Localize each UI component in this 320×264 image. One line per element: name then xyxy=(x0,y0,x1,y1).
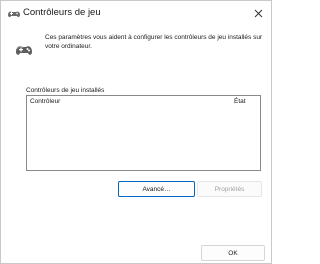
close-button[interactable] xyxy=(249,4,267,22)
game-controllers-dialog: Contrôleurs de jeu Ces paramètres vous a… xyxy=(0,0,272,264)
title-bar: Contrôleurs de jeu xyxy=(1,1,271,27)
gamepad-icon xyxy=(6,7,22,19)
gamepad-icon xyxy=(13,39,35,61)
installed-controllers-label: Contrôleurs de jeu installés xyxy=(26,87,105,94)
info-text: Ces paramètres vous aident à configurer … xyxy=(45,34,263,50)
advanced-button[interactable]: Avancé… xyxy=(118,181,195,197)
ok-button[interactable]: OK xyxy=(201,245,265,261)
close-icon xyxy=(254,9,262,17)
column-header-controller[interactable]: Contrôleur xyxy=(30,97,60,106)
window-title: Contrôleurs de jeu xyxy=(23,7,101,18)
properties-button: Propriétés xyxy=(197,181,262,197)
controllers-list[interactable]: Contrôleur État xyxy=(26,95,261,171)
column-header-status[interactable]: État xyxy=(234,97,246,106)
